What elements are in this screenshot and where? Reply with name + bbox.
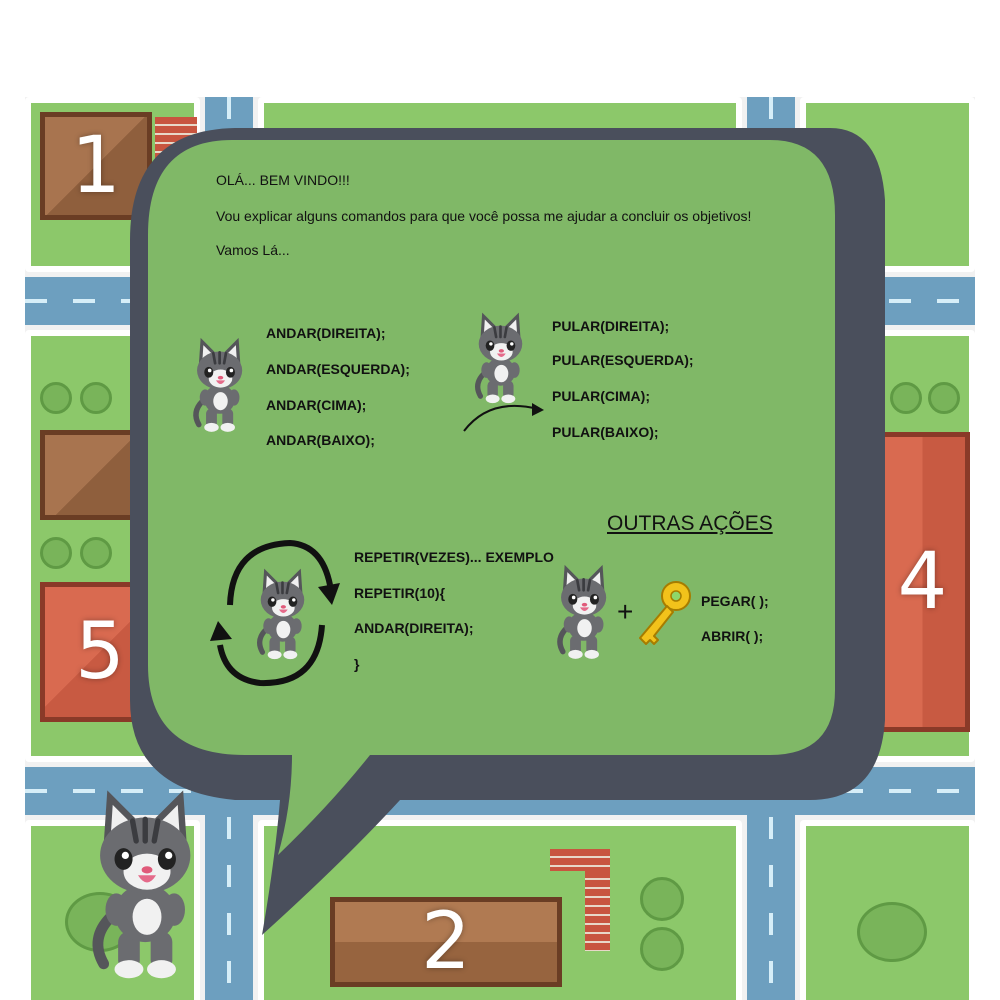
pular-cima: PULAR(CIMA); [552, 388, 650, 404]
pegar-action: PEGAR( ); [701, 593, 769, 609]
andar-cima: ANDAR(CIMA); [266, 397, 367, 413]
pular-direita: PULAR(DIREITA); [552, 318, 670, 334]
pular-baixo: PULAR(BAIXO); [552, 424, 659, 440]
repetir-vezes: REPETIR(VEZES)... EXEMPLO [354, 549, 554, 565]
outras-acoes-title: OUTRAS AÇÕES [607, 512, 773, 535]
pular-esquerda: PULAR(ESQUERDA); [552, 352, 694, 368]
lets-go-text: Vamos Lá... [216, 242, 290, 258]
speech-bubble [130, 128, 885, 935]
intro-text: Vou explicar alguns comandos para que vo… [216, 208, 752, 224]
repetir-10: REPETIR(10){ [354, 585, 446, 601]
greeting-text: OLÁ... BEM VINDO!!! [216, 172, 350, 188]
repetir-andar-direita: ANDAR(DIREITA); [354, 620, 474, 636]
andar-baixo: ANDAR(BAIXO); [266, 432, 375, 448]
key-icon [639, 581, 691, 645]
abrir-action: ABRIR( ); [701, 628, 764, 644]
walk-cat-icon [188, 333, 244, 435]
andar-direita: ANDAR(DIREITA); [266, 325, 386, 341]
jump-arrow-icon [463, 403, 544, 432]
andar-esquerda: ANDAR(ESQUERDA); [266, 361, 410, 377]
action-cat-icon [552, 560, 608, 662]
loop-cat-icon [252, 562, 306, 664]
jump-cat-icon [470, 308, 524, 406]
repetir-close-brace: } [354, 656, 360, 672]
plus-sign: + [617, 596, 634, 627]
